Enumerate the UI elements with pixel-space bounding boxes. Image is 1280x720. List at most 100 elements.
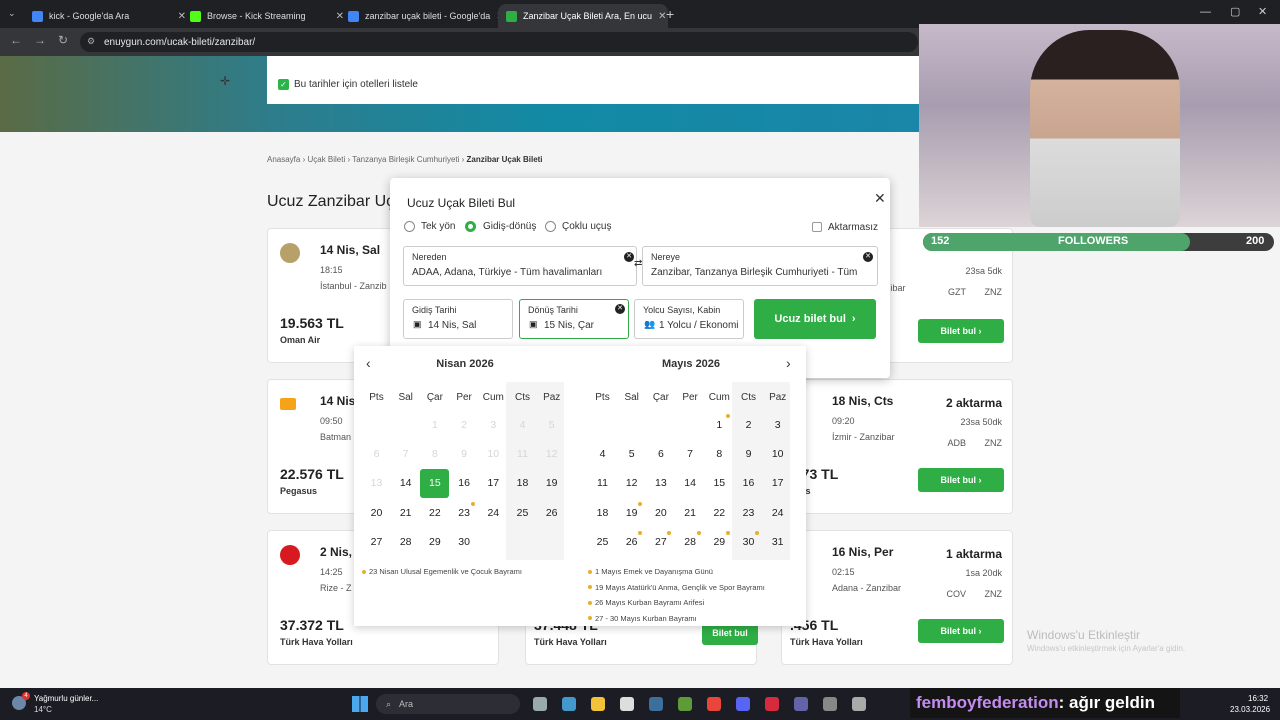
chrome-icon[interactable]: [707, 697, 721, 711]
calendar-day[interactable]: 17: [479, 469, 508, 498]
calendar-day[interactable]: 23: [450, 499, 479, 528]
teams-icon[interactable]: [794, 697, 808, 711]
flight-card[interactable]: 16 Nis, Per 02:15 Adana - Zanzibar 1 akt…: [781, 530, 1013, 665]
calendar-day[interactable]: 8: [705, 440, 734, 469]
task-view-icon[interactable]: [533, 697, 547, 711]
calendar-day[interactable]: 17: [763, 469, 792, 498]
calendar-day[interactable]: 27: [646, 528, 675, 557]
radio-multi-city[interactable]: [545, 221, 556, 232]
clear-icon[interactable]: ✕: [624, 252, 634, 262]
copilot-icon[interactable]: [562, 697, 576, 711]
nonstop-checkbox[interactable]: [812, 222, 822, 232]
app-icon[interactable]: [852, 697, 866, 711]
calendar-day[interactable]: 16: [450, 469, 479, 498]
close-window-icon[interactable]: ✕: [1258, 5, 1267, 18]
calendar-day[interactable]: 3: [763, 411, 792, 440]
site-info-icon[interactable]: ⚙: [87, 36, 95, 47]
forward-icon[interactable]: →: [34, 33, 46, 47]
passenger-field[interactable]: Yolcu Sayısı, Kabin 👥 1 Yolcu / Ekonomi: [634, 299, 744, 339]
taskbar-search[interactable]: ⌕ Ara: [376, 694, 520, 714]
calendar-day[interactable]: 22: [705, 499, 734, 528]
calendar-day[interactable]: 29: [705, 528, 734, 557]
calendar-day[interactable]: 26: [537, 499, 566, 528]
calendar-day[interactable]: 5: [617, 440, 646, 469]
to-field[interactable]: Nereye Zanzibar, Tanzanya Birleşik Cumhu…: [642, 246, 878, 286]
clear-icon[interactable]: ✕: [615, 304, 625, 314]
close-icon[interactable]: ✕: [874, 190, 886, 207]
breadcrumb-item[interactable]: Uçak Bileti: [307, 155, 345, 164]
calendar-day[interactable]: 23: [734, 499, 763, 528]
radio-round-trip[interactable]: [465, 221, 476, 232]
clear-icon[interactable]: ✕: [863, 252, 873, 262]
from-field[interactable]: Nereden ADAA, Adana, Türkiye - Tüm haval…: [403, 246, 637, 286]
calendar-day[interactable]: 24: [479, 499, 508, 528]
minecraft-icon[interactable]: [678, 697, 692, 711]
calendar-day-selected[interactable]: 15: [420, 469, 450, 499]
calendar-day[interactable]: 18: [508, 469, 537, 498]
calendar-day[interactable]: 27: [362, 528, 391, 557]
browser-tab[interactable]: Browse - Kick Streaming ✕: [182, 4, 352, 28]
calendar-day[interactable]: 20: [362, 499, 391, 528]
calendar-day[interactable]: 19: [537, 469, 566, 498]
clock-time[interactable]: 16:32: [1248, 694, 1268, 703]
calendar-day[interactable]: 25: [508, 499, 537, 528]
file-explorer-icon[interactable]: [591, 697, 605, 711]
new-tab-button[interactable]: +: [666, 6, 674, 22]
calendar-day[interactable]: 18: [588, 499, 617, 528]
calendar-day[interactable]: 26: [617, 528, 646, 557]
calendar-day[interactable]: 25: [588, 528, 617, 557]
calendar-day[interactable]: 6: [646, 440, 675, 469]
discord-icon[interactable]: [736, 697, 750, 711]
calendar-day[interactable]: 21: [391, 499, 420, 528]
return-date-field[interactable]: Dönüş Tarihi ▣ 15 Nis, Çar ✕: [519, 299, 629, 339]
github-icon[interactable]: [823, 697, 837, 711]
calendar-day[interactable]: 13: [646, 469, 675, 498]
browser-tab[interactable]: Zanzibar Uçak Bileti Ara, En ucu ✕: [498, 4, 668, 28]
calendar-day[interactable]: 31: [763, 528, 792, 557]
calendar-day[interactable]: 9: [734, 440, 763, 469]
flight-card[interactable]: 18 Nis, Cts 09:20 İzmir - Zanzibar 2 akt…: [781, 379, 1013, 514]
calendar-day[interactable]: 22: [420, 499, 449, 528]
clock-date[interactable]: 23.03.2026: [1230, 705, 1270, 714]
maximize-icon[interactable]: ▢: [1230, 5, 1240, 18]
calendar-day[interactable]: 10: [763, 440, 792, 469]
calendar-day[interactable]: 14: [676, 469, 705, 498]
depart-date-field[interactable]: Gidiş Tarihi ▣ 14 Nis, Sal: [403, 299, 513, 339]
tab-search-icon[interactable]: ⌄: [8, 8, 16, 19]
back-icon[interactable]: ←: [10, 33, 22, 47]
calendar-day[interactable]: 2: [734, 411, 763, 440]
steam-icon[interactable]: [649, 697, 663, 711]
calendar-day[interactable]: 16: [734, 469, 763, 498]
windows-start-icon[interactable]: [352, 696, 368, 712]
browser-tab[interactable]: kick - Google'da Ara ✕: [24, 4, 194, 28]
store-icon[interactable]: [620, 697, 634, 711]
calendar-day[interactable]: 30: [450, 528, 479, 557]
calendar-day[interactable]: 14: [391, 469, 420, 498]
calendar-day[interactable]: 24: [763, 499, 792, 528]
calendar-day[interactable]: 29: [420, 528, 449, 557]
calendar-day[interactable]: 30: [734, 528, 763, 557]
calendar-day[interactable]: 7: [676, 440, 705, 469]
radio-one-way[interactable]: [404, 221, 415, 232]
search-flights-button[interactable]: Ucuz bilet bul ›: [754, 299, 876, 339]
browser-tab[interactable]: zanzibar uçak bileti - Google'da✕: [340, 4, 510, 28]
calendar-day[interactable]: 21: [676, 499, 705, 528]
buy-ticket-button[interactable]: Bilet bul ›: [918, 619, 1004, 643]
calendar-day[interactable]: 28: [676, 528, 705, 557]
buy-ticket-button[interactable]: Bilet bul ›: [918, 319, 1004, 343]
calendar-day[interactable]: 19: [617, 499, 646, 528]
calendar-day[interactable]: 28: [391, 528, 420, 557]
url-input[interactable]: enuygun.com/ucak-bileti/zanzibar/: [80, 32, 918, 52]
calendar-day[interactable]: 11: [588, 469, 617, 498]
weather-text[interactable]: Yağmurlu günler...: [34, 694, 98, 703]
calendar-day[interactable]: 20: [646, 499, 675, 528]
calendar-day[interactable]: 12: [617, 469, 646, 498]
opera-icon[interactable]: [765, 697, 779, 711]
reload-icon[interactable]: ↻: [58, 33, 68, 47]
breadcrumb-item[interactable]: Anasayfa: [267, 155, 300, 164]
breadcrumb-item[interactable]: Tanzanya Birleşik Cumhuriyeti: [352, 155, 459, 164]
calendar-day[interactable]: 4: [588, 440, 617, 469]
minimize-icon[interactable]: —: [1200, 6, 1211, 18]
calendar-day[interactable]: 1: [705, 411, 734, 440]
hotel-checkbox[interactable]: ✓: [278, 79, 289, 90]
